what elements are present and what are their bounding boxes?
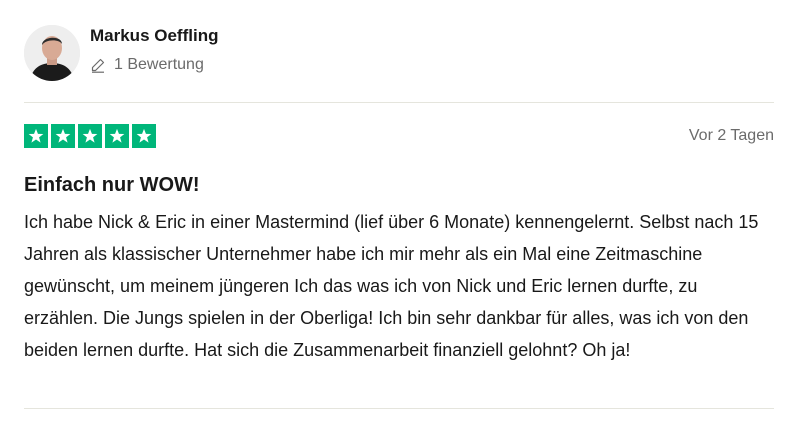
star-rating xyxy=(24,124,156,148)
avatar[interactable] xyxy=(24,25,80,81)
reviewer-name[interactable]: Markus Oeffling xyxy=(90,25,218,47)
avatar-photo-icon xyxy=(24,25,80,81)
star-icon xyxy=(78,124,102,148)
review-count: 1 Bewertung xyxy=(90,55,218,75)
review-date: Vor 2 Tagen xyxy=(688,127,774,144)
divider xyxy=(24,102,774,103)
review-count-label: 1 Bewertung xyxy=(114,56,204,73)
divider xyxy=(24,408,774,409)
star-icon xyxy=(105,124,129,148)
pencil-icon xyxy=(90,57,106,73)
review-title[interactable]: Einfach nur WOW! xyxy=(24,172,200,198)
star-icon xyxy=(51,124,75,148)
review-text: Ich habe Nick & Eric in einer Mastermind… xyxy=(24,212,759,360)
review-card: Markus Oeffling 1 Bewertung Vor 2 Tagen … xyxy=(24,0,774,421)
reviewer-header[interactable]: Markus Oeffling 1 Bewertung xyxy=(24,24,218,82)
star-icon xyxy=(24,124,48,148)
star-icon xyxy=(132,124,156,148)
